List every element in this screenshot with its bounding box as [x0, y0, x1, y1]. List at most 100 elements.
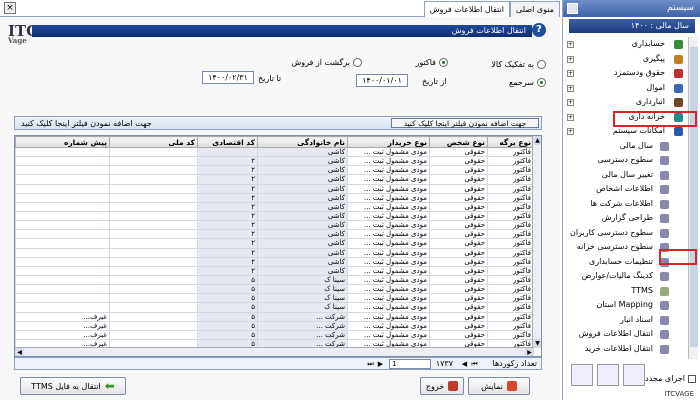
table-row[interactable]: فاکتور حقوقی مودی مشمول ثبت ... شرکت ... ۵ غی…	[15, 329, 534, 340]
table-cell: فاکتور	[487, 174, 534, 185]
tree-item-label: کدینگ مالیات/عوارض	[581, 271, 653, 280]
table-row[interactable]: فاکتور حقوقی مودی مشمول ثبت ... سینا ک۵	[15, 302, 534, 313]
radio-by-goods[interactable]	[537, 60, 546, 69]
tree-item[interactable]: + انبارداری	[565, 95, 687, 110]
column-header[interactable]: نوع خریدار	[347, 136, 430, 148]
table-cell: ۵	[197, 329, 258, 340]
column-header[interactable]: نوع برگه	[487, 136, 534, 148]
last-record-icon[interactable]: ⏭	[366, 359, 375, 369]
help-icon[interactable]: ?	[532, 23, 546, 37]
tab-sales-transfer[interactable]: انتقال اطلاعات فروش	[423, 1, 510, 17]
radio-total[interactable]	[537, 78, 546, 87]
sales-return-option[interactable]: برگشت از فروش	[292, 58, 362, 67]
scroll-up-icon[interactable]: ▲	[533, 136, 541, 145]
tree-item[interactable]: سال مالی	[565, 139, 687, 154]
table-cell	[109, 274, 198, 286]
tree-item[interactable]: سطوح دسترسی	[565, 153, 687, 168]
fiscal-year-selector[interactable]: سال مالی : ۱۴۰۰	[569, 19, 695, 33]
expand-icon[interactable]: +	[567, 99, 574, 106]
table-row[interactable]: فاکتور حقوقی مودی مشمول ثبت ... کاشی ۲	[15, 256, 534, 267]
tree-item[interactable]: اطلاعات اشخاص	[565, 182, 687, 197]
tree-item[interactable]: + حقوق ودستمزد	[565, 66, 687, 81]
ttms-transfer-button[interactable]: TTMS انتقال به فایل ⬅	[20, 377, 126, 395]
tree-item-icon	[660, 199, 669, 209]
tree-item[interactable]: انتقال اطلاعات فروش	[565, 327, 687, 342]
page-input[interactable]: 1	[389, 359, 431, 369]
table-row[interactable]: فاکتور حقوقی مودی مشمول ثبت ... کاشی ۲	[15, 201, 534, 212]
expand-icon[interactable]: +	[567, 113, 574, 121]
grid-horizontal-scrollbar[interactable]: ◀ ▶	[15, 347, 534, 356]
table-row[interactable]: فاکتور حقوقی مودی مشمول ثبت ... سینا ک۵	[15, 274, 534, 286]
radio-sales-return[interactable]	[353, 58, 362, 67]
user-avatar-3[interactable]	[623, 364, 645, 386]
column-header[interactable]: کد ملی	[109, 136, 198, 148]
table-row[interactable]: فاکتور حقوقی مودی مشمول ثبت ... شرکت ... ۵ غی…	[15, 311, 534, 322]
table-row[interactable]: فاکتور حقوقی مودی مشمول ثبت ... کاشی ۲	[15, 210, 534, 222]
table-row[interactable]: فاکتور حقوقی مودی مشمول ثبت ... سینا ک۵	[15, 284, 534, 295]
tree-item[interactable]: کدینگ مالیات/عوارض	[565, 269, 687, 284]
table-cell: حقوقی	[429, 238, 488, 249]
tree-item[interactable]: انتقال اطلاعات خرید	[565, 342, 687, 357]
run-again-checkbox[interactable]: اجرای مجدد	[645, 374, 696, 383]
table-row[interactable]: فاکتور حقوقی مودی مشمول ثبت ... کاشی ۲	[15, 265, 534, 276]
tree-item[interactable]: + پیگیری	[565, 52, 687, 67]
radio-invoice[interactable]	[439, 58, 448, 67]
expand-icon[interactable]: +	[567, 70, 574, 77]
prev-record-icon[interactable]: ◀	[460, 359, 469, 369]
next-record-icon[interactable]: ▶	[376, 359, 385, 369]
scroll-left-icon[interactable]: ◀	[15, 348, 24, 356]
column-header[interactable]: کد اقتصادی	[197, 136, 258, 148]
close-tab-icon[interactable]: ×	[4, 2, 16, 14]
table-row[interactable]: فاکتور حقوقی مودی مشمول ثبت ... کاشی ۲	[15, 238, 534, 249]
first-record-icon[interactable]: ⏮	[470, 359, 479, 369]
expand-icon[interactable]: +	[567, 128, 574, 135]
table-row[interactable]: فاکتور حقوقی مودی مشمول ثبت ... کاشی ۲	[15, 192, 534, 203]
table-row[interactable]: فاکتور حقوقی مودی مشمول ثبت ... کاشی ۲	[15, 156, 534, 167]
tree-item[interactable]: اطلاعات شرکت ها	[565, 197, 687, 212]
tree-item[interactable]: + اموال	[565, 81, 687, 96]
table-row[interactable]: فاکتور حقوقی مودی مشمول ثبت ... کاشی ۲	[15, 229, 534, 240]
user-avatar[interactable]	[571, 364, 593, 386]
show-button[interactable]: نمایش	[468, 377, 530, 395]
table-cell: شرکت ...	[257, 329, 348, 340]
table-row[interactable]: فاکتور حقوقی مودی مشمول ثبت ... کاشی ۲	[15, 183, 534, 194]
table-cell: مودی مشمول ثبت ...	[347, 238, 430, 249]
tree-item[interactable]: تغییر سال مالی	[565, 168, 687, 183]
table-row[interactable]: فاکتور حقوقی مودی مشمول ثبت ... کاشی ۲	[15, 174, 534, 185]
user-avatar-2[interactable]	[597, 364, 619, 386]
scroll-down-icon[interactable]: ▼	[533, 339, 541, 348]
tree-item[interactable]: +فروش	[565, 356, 687, 359]
grid-vertical-scrollbar[interactable]: ▲ ▼	[532, 136, 541, 348]
tree-item[interactable]: سطوح دسترسی کاربران	[565, 226, 687, 241]
table-row[interactable]: فاکتور حقوقی مودی مشمول ثبت ... کاشی	[15, 146, 534, 158]
scroll-right-icon[interactable]: ▶	[525, 348, 534, 356]
total-option[interactable]: سرجمع	[509, 78, 546, 87]
tree-item[interactable]: TTMS	[565, 284, 687, 299]
expand-icon[interactable]: +	[567, 55, 574, 63]
column-header[interactable]: پیش شماره	[15, 136, 110, 148]
from-date-input[interactable]: ۱۴۰۰/۰۱/۰۱	[356, 74, 408, 87]
expand-icon[interactable]: +	[567, 41, 574, 48]
tree-item[interactable]: + حسابداری	[565, 37, 687, 52]
table-row[interactable]: فاکتور حقوقی مودی مشمول ثبت ... شرکت ... ۵ غی…	[15, 320, 534, 331]
tab-home[interactable]: منوی اصلی	[510, 1, 560, 17]
table-cell: مودی مشمول ثبت ...	[347, 156, 430, 167]
column-header[interactable]: نوع شخص	[429, 136, 488, 148]
to-date-input[interactable]: ۱۴۰۰/۰۲/۳۱	[202, 71, 254, 84]
tree-scrollbar[interactable]	[688, 37, 698, 359]
table-row[interactable]: فاکتور حقوقی مودی مشمول ثبت ... کاشی ۲	[15, 220, 534, 231]
table-cell: مودی مشمول ثبت ...	[347, 210, 430, 222]
tree-item[interactable]: Mapping استان	[565, 298, 687, 313]
by-goods-option[interactable]: به تفکیک کالا	[491, 60, 546, 69]
tree-item[interactable]: اسناد انبار	[565, 313, 687, 328]
add-filter-button[interactable]: جهت اضافه نمودن فیلتر اینجا کلیک کنید	[391, 118, 539, 128]
table-row[interactable]: فاکتور حقوقی مودی مشمول ثبت ... سینا ک۵	[15, 293, 534, 304]
filter-hint: جهت اضافه نمودن فیلتر اینجا کلیک کنید	[21, 119, 152, 128]
invoice-option[interactable]: فاکتور	[416, 58, 448, 67]
exit-button[interactable]: خروج	[420, 377, 464, 395]
column-header[interactable]: نام خانوادگی	[257, 136, 348, 148]
table-row[interactable]: فاکتور حقوقی مودی مشمول ثبت ... کاشی ۲	[15, 247, 534, 258]
expand-icon[interactable]: +	[567, 84, 574, 92]
tree-item[interactable]: طراحی گزارش	[565, 211, 687, 226]
table-row[interactable]: فاکتور حقوقی مودی مشمول ثبت ... کاشی ۲	[15, 165, 534, 176]
